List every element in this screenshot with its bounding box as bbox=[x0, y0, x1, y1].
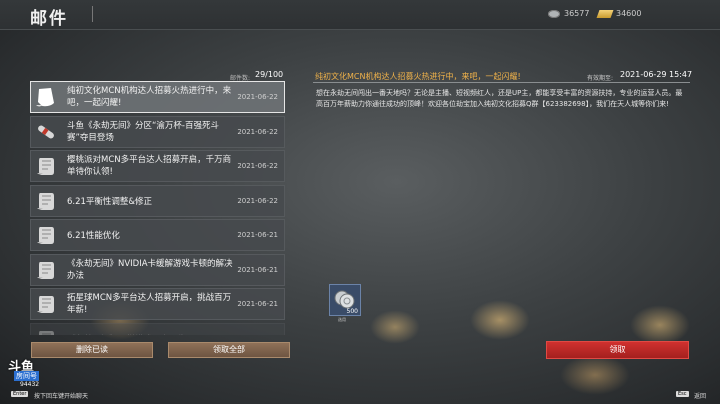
scroll-icon bbox=[34, 85, 58, 109]
coin-icon bbox=[548, 9, 560, 18]
silver-currency: 36577 bbox=[548, 9, 589, 18]
mail-item-title: 樱桃派对MCN多平台达人招募开启，千万商单待你认领! bbox=[67, 155, 232, 177]
scroll-icon bbox=[34, 327, 58, 335]
gold-amount: 34600 bbox=[616, 9, 642, 18]
mail-list[interactable]: 纯初文化MCN机构达人招募火热进行中，来吧，一起闪耀! 2021-06-22 斗鱼《… bbox=[30, 81, 285, 335]
mail-item-date: 2021-06-22 bbox=[237, 162, 278, 170]
back-label[interactable]: 返回 bbox=[694, 391, 706, 400]
expiry-label: 有效期至: bbox=[587, 75, 614, 82]
mail-count: 29/100 bbox=[255, 70, 284, 79]
mail-item-title: 拓星球MCN多平台达人招募开启，挑战百万年薪! bbox=[67, 293, 232, 315]
claim-button[interactable]: 领取 bbox=[546, 341, 689, 359]
silver-amount: 36577 bbox=[564, 9, 590, 18]
mail-item-title: 斗鱼《永劫无间》分区“渝万杯-百强死斗赛”夺目登场 bbox=[67, 120, 219, 143]
bg-glow bbox=[560, 355, 630, 395]
gold-bar-icon bbox=[596, 9, 614, 18]
bg-glow bbox=[370, 310, 420, 344]
page-title: 邮件 bbox=[30, 9, 68, 29]
bg-glow bbox=[470, 300, 530, 340]
divider bbox=[92, 6, 93, 22]
mail-list-item[interactable]: 斗鱼《永劫无间》分区“渝万杯-百强死斗赛”夺目登场 2021-06-22 bbox=[30, 115, 285, 148]
bg-glow bbox=[630, 305, 690, 345]
mail-item-title: 6.21平衡性调整&修正 bbox=[67, 196, 153, 207]
mail-detail-title: 纯初文化MCN机构达人招募火热进行中，来吧，一起闪耀! bbox=[315, 72, 521, 81]
attachment-slot[interactable]: 500 bbox=[329, 284, 361, 316]
top-bar: 邮件 36577 34600 bbox=[0, 0, 720, 30]
gold-currency: 34600 bbox=[596, 9, 642, 18]
mail-item-date: 2021-06-22 bbox=[237, 93, 278, 101]
mail-list-item[interactable]: 《永劫无间》天梯模式开启公告2021-06-21 bbox=[30, 322, 285, 336]
mail-item-date: 2021-06-22 bbox=[237, 127, 278, 136]
mail-list-item[interactable]: 《永劫无间》NVIDIA卡缓解游戏卡顿的解决办法 2021-06-21 bbox=[30, 253, 285, 286]
delete-read-button[interactable]: 删除已读 bbox=[31, 342, 153, 358]
claim-all-button[interactable]: 领取全部 bbox=[168, 342, 290, 358]
mail-detail-body: 想在永劫无间闯出一番天地吗？无论是主播、短视频红人，还是UP主，都能享受丰富的资… bbox=[316, 89, 683, 108]
mail-item-title: 6.21性能优化 bbox=[67, 231, 120, 241]
scroll-icon bbox=[34, 223, 58, 247]
mail-item-date: 2021-06-21 bbox=[237, 231, 278, 239]
expiry-date: 2021-06-29 15:47 bbox=[620, 70, 693, 79]
scroll-icon bbox=[34, 189, 58, 213]
scroll-icon bbox=[34, 154, 58, 178]
mail-list-item[interactable]: 6.21平衡性调整&修正 2021-06-22 bbox=[30, 184, 285, 217]
attachment-quantity: 500 bbox=[346, 308, 358, 315]
enter-key-hint: Enter bbox=[11, 391, 29, 397]
divider bbox=[313, 82, 690, 83]
scroll-icon bbox=[34, 258, 58, 282]
mail-item-title: 纯初文化MCN机构达人招募火热进行中，来吧，一起闪耀! bbox=[67, 86, 232, 108]
mail-item-date: 2021-06-21 bbox=[237, 300, 278, 308]
mail-item-date: 2021-06-22 bbox=[237, 196, 278, 205]
mail-list-item[interactable]: 拓星球MCN多平台达人招募开启，挑战百万年薪! 2021-06-21 bbox=[30, 288, 285, 320]
scroll-icon bbox=[34, 292, 58, 316]
item-capsule-icon bbox=[34, 120, 58, 144]
mail-item-date: 2021-06-21 bbox=[237, 335, 278, 336]
mail-list-item[interactable]: 纯初文化MCN机构达人招募火热进行中，来吧，一起闪耀! 2021-06-22 bbox=[30, 81, 285, 113]
mail-item-title: 《永劫无间》NVIDIA卡缓解游戏卡顿的解决办法 bbox=[67, 258, 233, 281]
room-label: 房间号 bbox=[14, 371, 39, 381]
enter-tip: 按下回车键开始聊天 bbox=[34, 393, 89, 400]
esc-key-hint[interactable]: Esc bbox=[676, 391, 689, 397]
mail-item-title: 《永劫无间》天梯模式开启公告 bbox=[67, 334, 235, 336]
attachment-label: 选用 bbox=[338, 317, 346, 322]
mail-list-item[interactable]: 樱桃派对MCN多平台达人招募开启，千万商单待你认领! 2021-06-22 bbox=[30, 150, 285, 182]
mail-item-date: 2021-06-21 bbox=[237, 265, 278, 274]
mail-list-item[interactable]: 6.21性能优化 2021-06-21 bbox=[30, 219, 285, 251]
room-number: 94432 bbox=[20, 381, 40, 388]
